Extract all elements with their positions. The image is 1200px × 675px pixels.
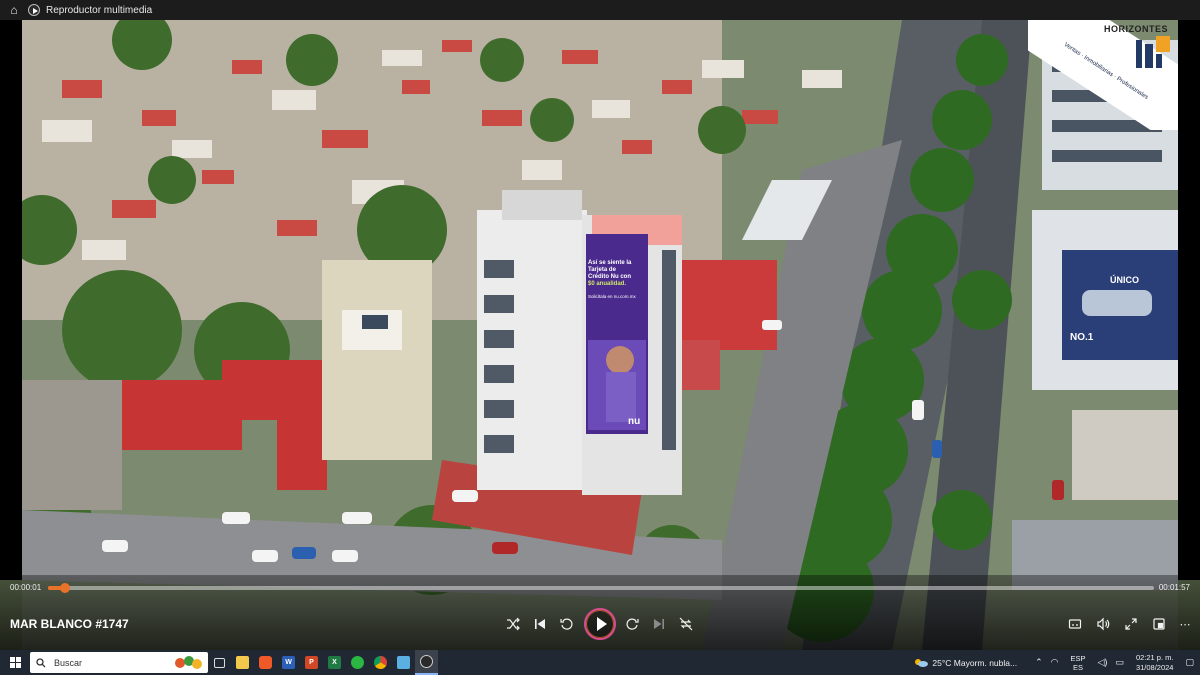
playback-controls: 00:00:01 00:01:57 MAR BLANCO #1747 ⋯: [0, 575, 1200, 650]
volume-icon[interactable]: [1094, 615, 1112, 633]
home-icon[interactable]: ⌂: [0, 3, 28, 17]
keyboard-layout: ES: [1072, 662, 1083, 672]
system-tray: 25°C Mayorm. nubla... ⌃ ◠ ESP ES ◁) ▭ 02…: [914, 650, 1200, 675]
task-view-icon[interactable]: [208, 650, 231, 675]
speaker-icon[interactable]: ◁): [1098, 657, 1108, 668]
chrome-icon[interactable]: [369, 650, 392, 675]
billboard-line: Tarjeta de: [588, 267, 616, 273]
windows-logo-icon: [9, 657, 21, 668]
search-placeholder: Buscar: [54, 657, 83, 668]
next-icon[interactable]: [650, 615, 668, 633]
hidden-icons-chevron-icon[interactable]: ⌃: [1035, 657, 1043, 668]
clock-time: 02:21 p. m.: [1135, 652, 1174, 662]
excel-icon[interactable]: X: [323, 650, 346, 675]
shuffle-icon[interactable]: [504, 615, 522, 633]
file-explorer-icon[interactable]: [231, 650, 254, 675]
search-icon: [36, 657, 46, 667]
billboard-ad: Así se siente la Tarjeta de Crédito Nu c…: [588, 260, 648, 427]
photos-icon[interactable]: [392, 650, 415, 675]
seek-bar-thumb[interactable]: [60, 583, 71, 593]
brand-logo-icon: [1136, 36, 1170, 68]
previous-icon[interactable]: [531, 615, 549, 633]
windows-taskbar: Buscar W P X 25°C Mayorm. nubla... ⌃ ◠ E: [0, 650, 1200, 675]
notifications-icon[interactable]: ▢: [1185, 657, 1194, 668]
play-button[interactable]: [584, 608, 616, 640]
more-options-icon[interactable]: ⋯: [1176, 615, 1194, 633]
video-title: MAR BLANCO #1747: [10, 617, 129, 631]
window-title: Reproductor multimedia: [46, 4, 153, 16]
media-player-window: ⌂ Reproductor multimedia Así se siente l…: [0, 0, 1200, 675]
letterbox-right: [1178, 20, 1200, 580]
billboard-subtext: Solicítala en nu.com.mx: [588, 294, 636, 299]
battery-icon[interactable]: ▭: [1115, 657, 1124, 668]
weather-text: 25°C Mayorm. nubla...: [932, 657, 1018, 668]
taskbar-search-box[interactable]: Buscar: [30, 652, 208, 673]
brave-browser-icon[interactable]: [254, 650, 277, 675]
forward-30-icon[interactable]: [623, 615, 641, 633]
billboard-line: Crédito Nu con: [588, 274, 631, 280]
cloud-sun-icon: [915, 659, 929, 667]
billboard-line: Así se siente la: [588, 260, 632, 266]
total-duration: 00:01:57: [1158, 583, 1190, 592]
seek-bar[interactable]: [48, 583, 1154, 593]
current-time: 00:00:01: [10, 583, 42, 592]
word-icon[interactable]: W: [277, 650, 300, 675]
title-bar: ⌂ Reproductor multimedia: [0, 0, 1200, 20]
repeat-icon[interactable]: [677, 615, 695, 633]
network-icon[interactable]: ◠: [1051, 657, 1059, 668]
billboard-line: $0 anualidad.: [588, 281, 627, 287]
subtitles-icon[interactable]: [1066, 615, 1084, 633]
aerial-city-scene: [22, 20, 1178, 650]
clock-date: 31/08/2024: [1135, 662, 1174, 672]
letterbox-left: [0, 20, 22, 580]
start-button[interactable]: [0, 650, 30, 675]
brand-watermark: Ventas · Inmobiliarias · Profesionales H…: [1028, 20, 1178, 130]
rewind-10-icon[interactable]: [558, 615, 576, 633]
billboard-brand: nu: [628, 416, 641, 427]
whatsapp-icon[interactable]: [346, 650, 369, 675]
powerpoint-icon[interactable]: P: [300, 650, 323, 675]
building-sign-top: NO.1: [1070, 332, 1094, 343]
mini-player-icon[interactable]: [1150, 615, 1168, 633]
weather-widget[interactable]: 25°C Mayorm. nubla...: [914, 658, 1017, 668]
fullscreen-icon[interactable]: [1122, 615, 1140, 633]
search-highlight-icon: [175, 656, 202, 669]
media-player-app-icon: [28, 4, 40, 16]
media-player-taskbar-icon[interactable]: [415, 650, 438, 675]
brand-name: HORIZONTES: [1103, 24, 1168, 34]
language-indicator[interactable]: ESP ES: [1070, 654, 1085, 672]
video-frame[interactable]: Así se siente la Tarjeta de Crédito Nu c…: [0, 20, 1200, 650]
building-sign-ad: ÚNICO: [1110, 275, 1139, 285]
taskbar-clock[interactable]: 02:21 p. m. 31/08/2024: [1136, 653, 1174, 673]
language-code: ESP: [1070, 653, 1086, 663]
